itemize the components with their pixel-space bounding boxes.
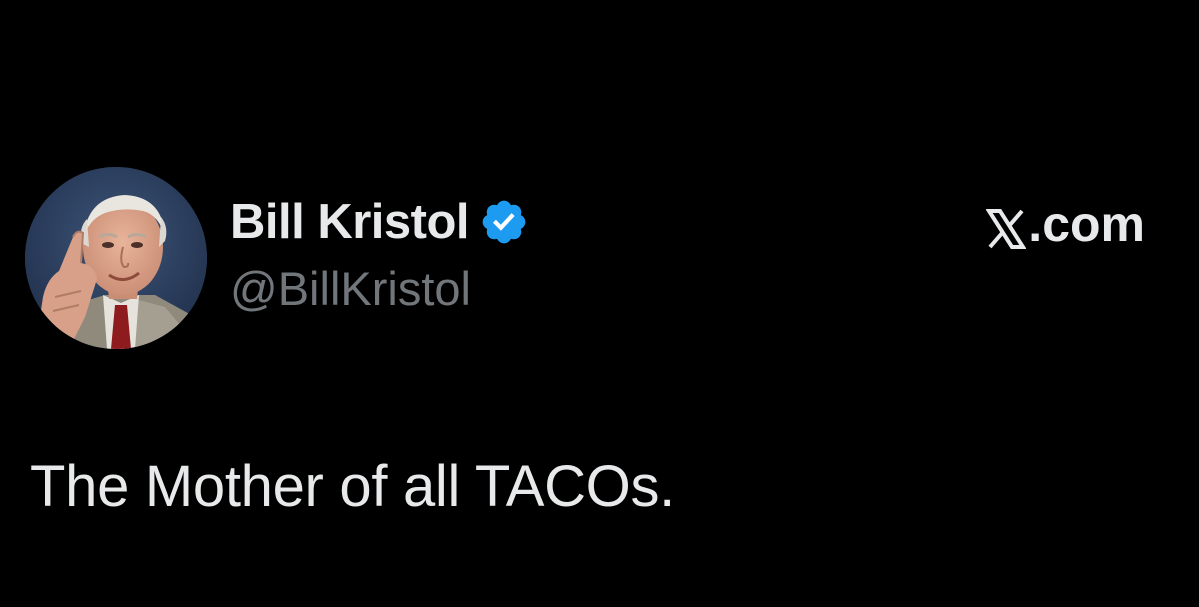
- verified-badge-icon: [479, 197, 529, 247]
- author-handle[interactable]: @BillKristol: [230, 260, 529, 318]
- tweet-text: The Mother of all TACOs.: [30, 454, 675, 519]
- site-domain-text: .com: [1028, 196, 1145, 252]
- tweet-card: Bill Kristol @BillKristol .com The Mothe…: [0, 0, 1199, 607]
- avatar-photo: [25, 167, 207, 349]
- author-display-name[interactable]: Bill Kristol: [230, 186, 470, 258]
- site-label: .com: [985, 196, 1145, 252]
- name-row: Bill Kristol: [230, 186, 529, 258]
- avatar[interactable]: [25, 167, 207, 349]
- x-logo-icon: [985, 205, 1027, 249]
- author-block: Bill Kristol @BillKristol: [230, 186, 529, 318]
